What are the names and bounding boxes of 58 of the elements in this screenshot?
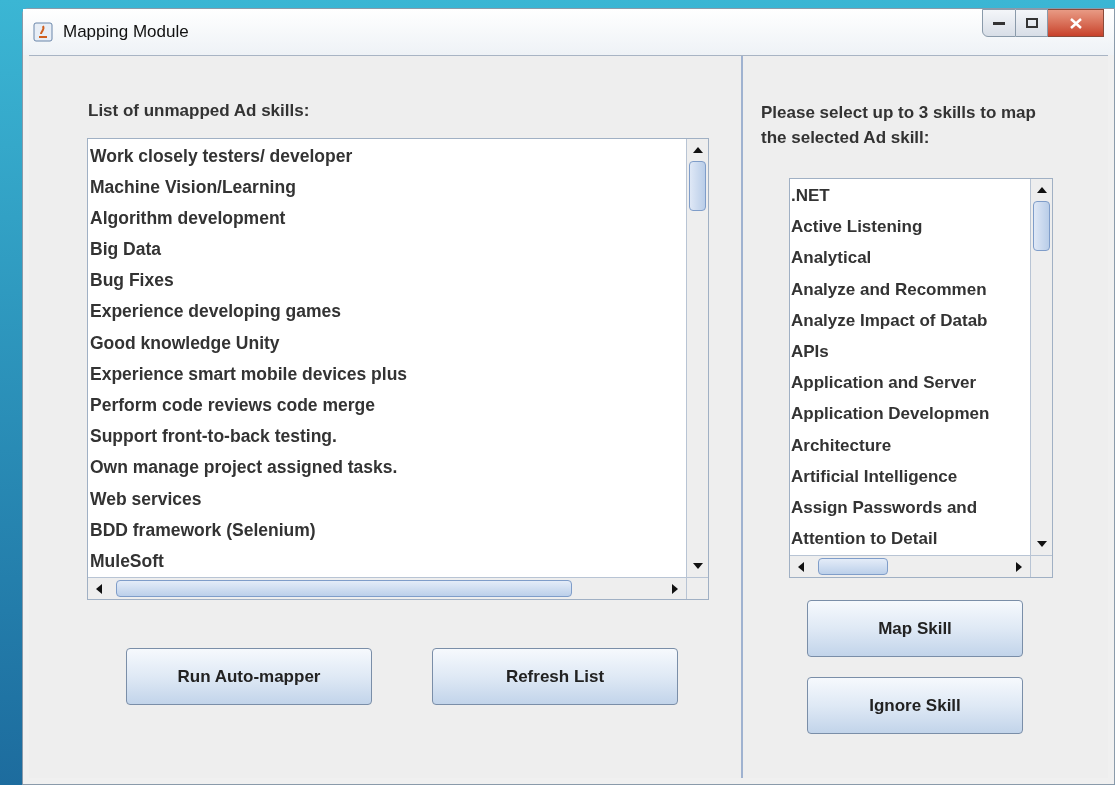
list-label: List of unmapped Ad skills:: [88, 100, 311, 122]
scroll-left-icon[interactable]: [96, 583, 102, 594]
app-icon: [33, 22, 53, 42]
scrollbar-corner: [686, 577, 708, 600]
list-item[interactable]: Own manage project assigned tasks.: [90, 452, 686, 484]
list-item[interactable]: Analyze and Recommen: [791, 273, 1030, 305]
list-item[interactable]: Big Data: [90, 234, 686, 266]
scroll-down-icon[interactable]: [1036, 541, 1047, 547]
action-button[interactable]: Map Skill: [807, 600, 1023, 657]
scroll-down-icon[interactable]: [692, 562, 703, 569]
horizontal-scrollbar[interactable]: [790, 555, 1030, 577]
action-button[interactable]: Refresh List: [432, 648, 678, 706]
list-item[interactable]: .NET: [791, 180, 1030, 212]
list-item[interactable]: Support front-to-back testing.: [90, 421, 686, 453]
close-button[interactable]: [1048, 9, 1104, 37]
list-item[interactable]: Architecture: [791, 429, 1030, 461]
list-item[interactable]: Experience developing games: [90, 296, 686, 328]
list-item[interactable]: Machine Vision/Learning: [90, 171, 686, 203]
instruction-label: Please select up to 3 skills to map the selected Ad skill:: [761, 102, 1037, 149]
scrollbar-corner: [1030, 555, 1052, 577]
list-item[interactable]: Web services: [90, 483, 686, 515]
scroll-thumb[interactable]: [689, 160, 706, 211]
vertical-scrollbar[interactable]: [1030, 179, 1052, 555]
horizontal-scrollbar[interactable]: [88, 577, 686, 600]
list-item[interactable]: Application Developmen: [791, 398, 1030, 430]
list-item[interactable]: MuleSoft: [90, 545, 686, 578]
list-item[interactable]: Attention to Detail: [791, 523, 1030, 555]
scroll-left-icon[interactable]: [798, 561, 804, 572]
list-item[interactable]: Assign Passwords and: [791, 491, 1030, 524]
list-item[interactable]: Work closely testers/ developer: [90, 140, 686, 172]
action-button[interactable]: Run Auto-mapper: [126, 648, 372, 706]
scroll-up-icon[interactable]: [1036, 187, 1047, 193]
maximize-icon: [1025, 18, 1038, 28]
window-title: Mapping Module: [63, 21, 189, 44]
list-item[interactable]: APIs: [791, 335, 1030, 368]
minimize-icon: [993, 20, 1005, 26]
list-item[interactable]: BDD framework (Selenium): [90, 514, 686, 546]
close-icon: [1069, 17, 1082, 29]
list-item[interactable]: Application and Server: [791, 367, 1030, 399]
scroll-right-icon[interactable]: [1016, 561, 1022, 572]
list-item[interactable]: Experience smart mobile devices plus: [90, 358, 686, 390]
minimize-button[interactable]: [982, 9, 1016, 37]
maximize-button[interactable]: [1016, 9, 1048, 37]
list-item[interactable]: Good knowledge Unity: [90, 327, 686, 359]
action-button[interactable]: Ignore Skill: [807, 677, 1023, 734]
scroll-thumb[interactable]: [818, 558, 888, 575]
scroll-thumb[interactable]: [1033, 201, 1050, 251]
scroll-up-icon[interactable]: [692, 146, 703, 153]
list-item[interactable]: Active Listening: [791, 211, 1030, 243]
vertical-scrollbar[interactable]: [686, 138, 708, 577]
scroll-right-icon[interactable]: [672, 583, 678, 594]
list-item[interactable]: Algorithm development: [90, 202, 686, 235]
scroll-thumb[interactable]: [116, 580, 572, 598]
list-item[interactable]: Bug Fixes: [90, 265, 686, 297]
list-item[interactable]: Artificial Intelligence: [791, 460, 1030, 492]
list-item[interactable]: Perform code reviews code merge: [90, 390, 686, 422]
list-item[interactable]: Analytical: [791, 242, 1030, 274]
list-item[interactable]: Analyze Impact of Datab: [791, 304, 1030, 336]
